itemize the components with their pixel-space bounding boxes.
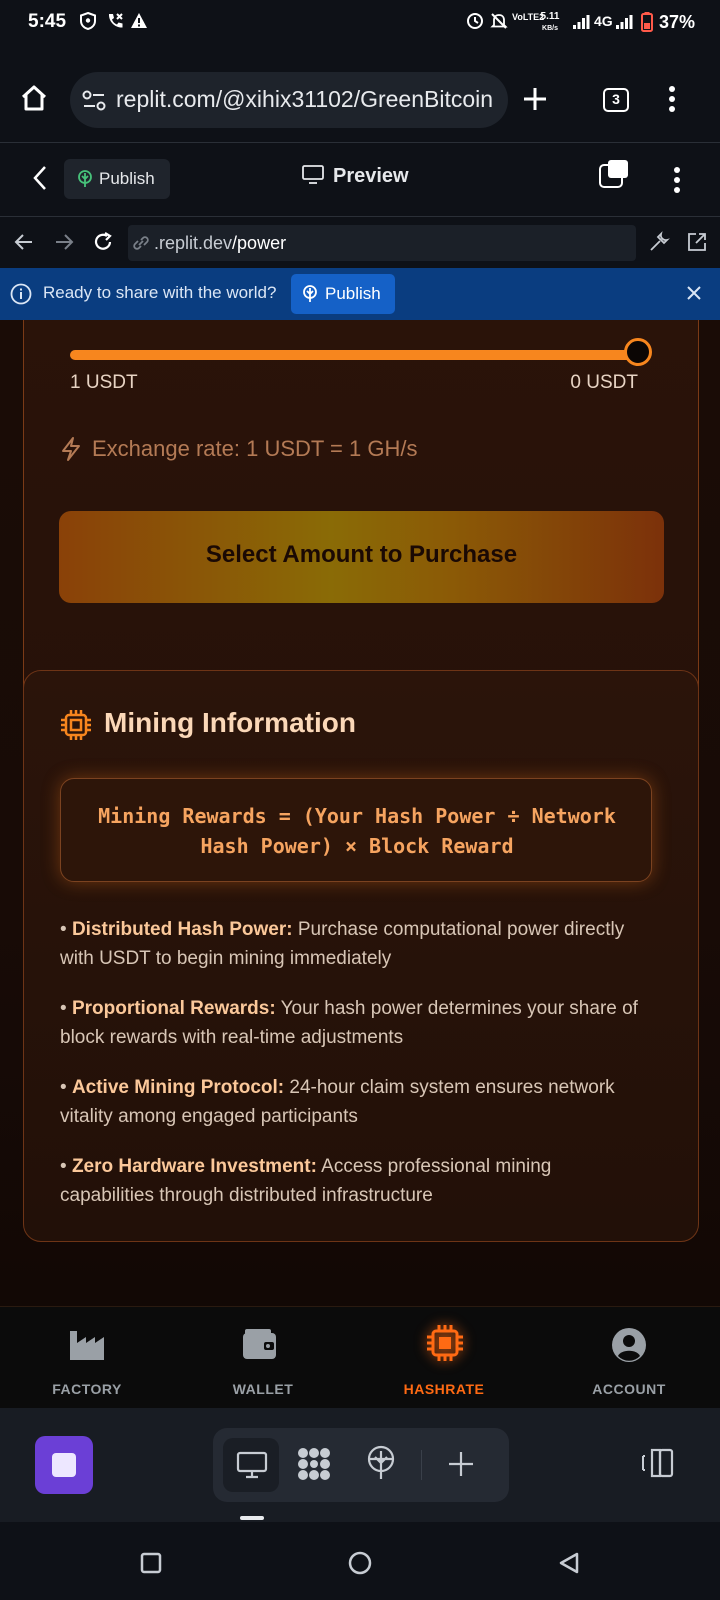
tabs-icon[interactable] xyxy=(598,159,630,189)
tab-switcher-button[interactable]: 3 xyxy=(603,88,629,112)
status-bar: 5:45 VoLTE2 5.11 KB/s 4G 37% xyxy=(0,0,720,48)
url-bar[interactable]: replit.com/@xihix31102/GreenBitcoin xyxy=(70,72,508,128)
mining-info-title: Mining Information xyxy=(104,707,356,738)
publish-icon xyxy=(301,285,319,303)
add-tool-icon[interactable] xyxy=(447,1450,475,1478)
cpu-chip-icon xyxy=(60,709,92,741)
preview-tool-button[interactable] xyxy=(223,1438,279,1492)
bullet-title: Distributed Hash Power: xyxy=(71,919,293,940)
nav-wallet[interactable]: WALLET xyxy=(193,1307,333,1409)
nav-wallet-label: WALLET xyxy=(232,1381,294,1397)
amount-slider-track[interactable] xyxy=(70,350,638,360)
tool-group xyxy=(213,1428,509,1502)
app-bottom-nav: FACTORY WALLET HASHRATE ACCOUNT xyxy=(0,1306,720,1408)
home-icon[interactable] xyxy=(20,84,48,112)
android-nav-bar xyxy=(0,1522,720,1600)
bullet-item: • Distributed Hash Power: Purchase compu… xyxy=(60,919,625,969)
preview-address-row: .replit.dev/power xyxy=(0,216,720,268)
replit-toolbar xyxy=(0,1408,720,1522)
recents-icon[interactable] xyxy=(140,1552,162,1574)
nav-factory-label: FACTORY xyxy=(52,1381,122,1397)
open-external-icon[interactable] xyxy=(686,231,708,253)
account-icon xyxy=(611,1327,647,1363)
bullet-item: • Zero Hardware Investment: Access profe… xyxy=(60,1156,552,1206)
replit-header: Publish Preview xyxy=(0,142,720,216)
preview-url-text: .replit.dev/power xyxy=(154,233,287,253)
formula-text: Mining Rewards = (Your Hash Power ÷ Netw… xyxy=(98,804,616,858)
publish-tool-icon[interactable] xyxy=(365,1445,397,1481)
nav-factory[interactable]: FACTORY xyxy=(17,1307,157,1409)
nav-hashrate-label: HASHRATE xyxy=(403,1381,485,1397)
forward-arrow-icon[interactable] xyxy=(54,232,74,252)
tool-divider xyxy=(421,1450,422,1480)
devtools-wrench-icon[interactable] xyxy=(648,231,670,253)
network-type: 4G xyxy=(594,13,613,29)
stop-icon xyxy=(52,1453,76,1477)
home-circle-icon[interactable] xyxy=(348,1551,372,1575)
preview-title: Preview xyxy=(333,165,409,187)
bullet-item: • Proportional Rewards: Your hash power … xyxy=(60,998,638,1048)
site-settings-icon[interactable] xyxy=(82,90,106,112)
monitor-icon xyxy=(236,1451,268,1479)
mute-icon xyxy=(490,12,508,30)
mining-info-card: Mining Information Mining Rewards = (You… xyxy=(23,670,699,1242)
slider-min-label: 1 USDT xyxy=(70,372,138,393)
panel-toggle-icon[interactable] xyxy=(640,1448,676,1478)
formula-box: Mining Rewards = (Your Hash Power ÷ Netw… xyxy=(60,778,652,882)
warning-icon xyxy=(130,12,148,29)
bullet-title: Zero Hardware Investment: xyxy=(71,1156,317,1177)
publish-banner: Ready to share with the world? Publish xyxy=(0,268,720,320)
data-saver-icon xyxy=(466,12,484,30)
apps-grid-icon[interactable] xyxy=(296,1446,332,1482)
signal-icon-1 xyxy=(572,14,590,30)
browser-toolbar: replit.com/@xihix31102/GreenBitcoin 3 xyxy=(0,48,720,142)
battery-percent: 37% xyxy=(659,12,696,32)
active-tab-indicator xyxy=(240,1516,264,1520)
amount-slider-thumb[interactable] xyxy=(624,338,652,366)
banner-text: Ready to share with the world? xyxy=(43,283,277,302)
nav-hashrate[interactable]: HASHRATE xyxy=(374,1307,514,1409)
status-time: 5:45 xyxy=(28,11,67,32)
url-text: replit.com/@xihix31102/GreenBitcoin xyxy=(116,86,494,112)
nav-account[interactable]: ACCOUNT xyxy=(559,1307,699,1409)
reload-icon[interactable] xyxy=(92,231,114,253)
missed-call-icon xyxy=(106,12,124,30)
link-icon xyxy=(132,235,150,251)
volte-label: VoLTE2 xyxy=(512,12,545,22)
web-content: 1 USDT 0 USDT Exchange rate: 1 USDT = 1 … xyxy=(0,320,720,1306)
browser-menu-icon[interactable] xyxy=(668,85,676,113)
shield-notification-icon xyxy=(80,12,96,30)
back-chevron-icon[interactable] xyxy=(32,165,48,191)
close-icon[interactable] xyxy=(686,285,702,301)
exchange-rate-text: Exchange rate: 1 USDT = 1 GH/s xyxy=(92,436,418,461)
factory-icon xyxy=(69,1327,105,1361)
network-speed: 5.11 KB/s xyxy=(540,11,560,32)
publish-button-label: Publish xyxy=(99,169,155,188)
info-icon xyxy=(10,283,32,305)
banner-publish-label: Publish xyxy=(325,284,381,303)
lightning-icon xyxy=(60,436,82,462)
publish-icon xyxy=(76,170,94,188)
slider-max-label: 0 USDT xyxy=(570,372,638,393)
preview-url-field[interactable]: .replit.dev/power xyxy=(128,225,636,261)
new-tab-icon[interactable] xyxy=(522,86,548,112)
publish-button[interactable]: Publish xyxy=(64,159,170,199)
back-arrow-icon[interactable] xyxy=(14,232,34,252)
wallet-icon xyxy=(242,1327,278,1361)
replit-menu-icon[interactable] xyxy=(673,166,681,194)
signal-icon-2 xyxy=(615,14,633,30)
nav-account-label: ACCOUNT xyxy=(592,1381,666,1397)
back-triangle-icon[interactable] xyxy=(558,1551,580,1575)
banner-publish-button[interactable]: Publish xyxy=(291,274,395,314)
select-amount-button[interactable]: Select Amount to Purchase xyxy=(59,511,664,603)
monitor-icon xyxy=(302,165,324,185)
bullet-title: Proportional Rewards: xyxy=(71,998,276,1019)
chip-icon xyxy=(425,1323,465,1363)
select-amount-label: Select Amount to Purchase xyxy=(205,541,518,568)
stop-button[interactable] xyxy=(35,1436,93,1494)
bullet-title: Active Mining Protocol: xyxy=(71,1077,285,1098)
battery-icon xyxy=(641,12,653,32)
bullet-item: • Active Mining Protocol: 24-hour claim … xyxy=(60,1077,615,1127)
